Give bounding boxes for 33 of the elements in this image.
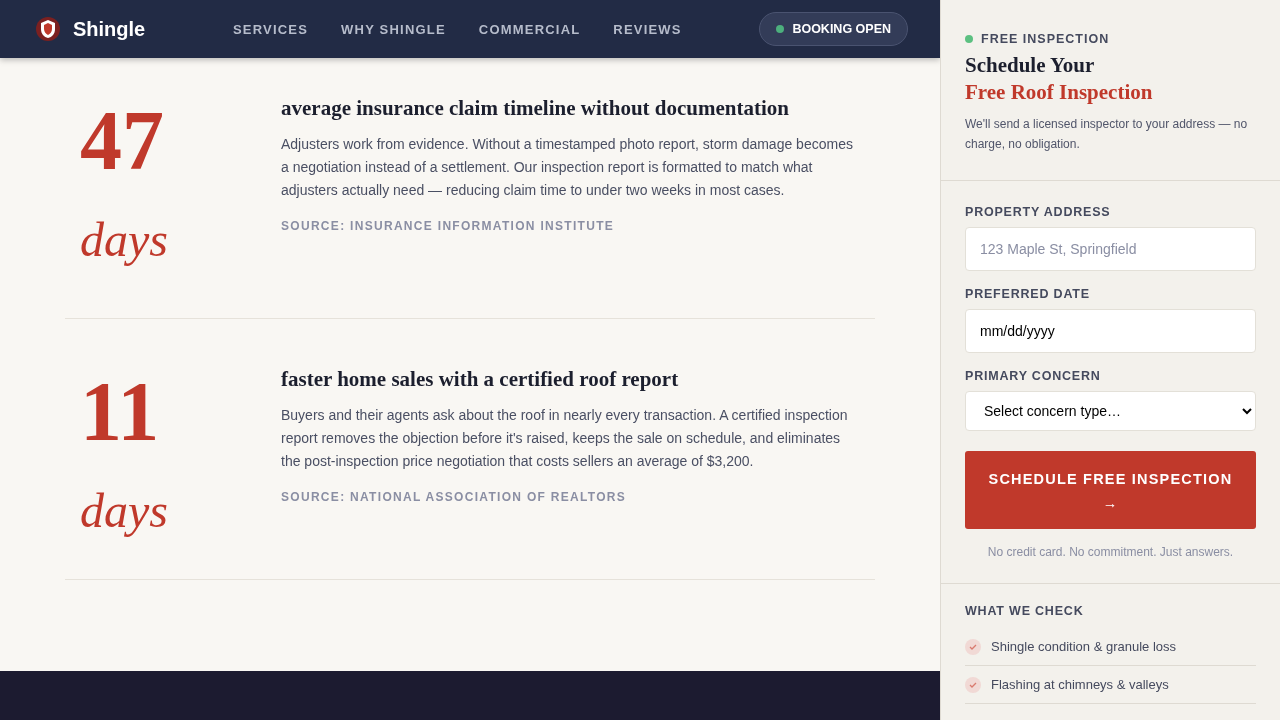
check-icon <box>965 676 981 693</box>
checklist-item: Flashing at chimneys & valleys <box>991 677 1169 692</box>
stat-source: SOURCE: NATIONAL ASSOCIATION OF REALTORS <box>281 490 627 504</box>
nav-link[interactable]: COMMERCIAL <box>478 21 581 37</box>
brand-name[interactable]: Shingle <box>73 17 223 41</box>
stat-unit: days <box>80 212 169 267</box>
stat-number: 11 <box>80 367 161 457</box>
stat-title: average insurance claim timeline without documentation <box>281 96 791 121</box>
nav-link[interactable]: REVIEWS <box>613 21 682 37</box>
checklist-title: WHAT WE CHECK <box>965 604 1085 618</box>
nav-link[interactable]: WHY SHINGLE <box>341 21 446 37</box>
field-label: PRIMARY CONCERN <box>965 369 1102 383</box>
eyebrow-label: FREE INSPECTION <box>965 32 1256 46</box>
address-field[interactable]: 123 Maple St, Springfield <box>965 227 1256 271</box>
stat-source: SOURCE: INSURANCE INFORMATION INSTITUTE <box>281 219 615 233</box>
field-label: PREFERRED DATE <box>965 287 1091 301</box>
field-label: PROPERTY ADDRESS <box>965 205 1112 219</box>
stat-number: 47 <box>80 96 165 186</box>
shield-logo-icon <box>35 16 61 42</box>
form-title: Schedule Your Free Roof Inspection <box>965 52 1154 106</box>
date-field[interactable]: mm/dd/yyyy <box>965 309 1256 353</box>
schedule-button[interactable]: SCHEDULE FREE INSPECTION → <box>965 451 1256 529</box>
booking-status-badge[interactable]: BOOKING OPEN <box>759 12 908 46</box>
stat-unit: days <box>80 483 169 538</box>
form-intro: We'll send a licensed inspector to your address — no charge, no obligation. <box>965 116 1249 153</box>
concern-select[interactable]: Select concern type… <box>965 391 1256 431</box>
stat-description: Buyers and their agents ask about the roof in nearly every transaction. A certified inspection report removes the objection before it's raised, keeps the sale on schedule, and eliminates the post-inspection price negotiation that costs sellers an average of $3,200. <box>281 406 849 471</box>
stat-title: faster home sales with a certified roof report <box>281 367 680 392</box>
checklist-item: Shingle condition & granule loss <box>991 639 1176 654</box>
check-icon <box>965 638 981 655</box>
form-note: No credit card. No commitment. Just answers. <box>986 545 1235 559</box>
stat-description: Adjusters work from evidence. Without a timestamped photo report, storm damage becomes a negotiation instead of a settlement. Our inspection report is formatted to match what adjusters actually need — reducing claim time to under two weeks in most cases. <box>281 135 854 200</box>
nav-link[interactable]: SERVICES <box>233 21 309 37</box>
